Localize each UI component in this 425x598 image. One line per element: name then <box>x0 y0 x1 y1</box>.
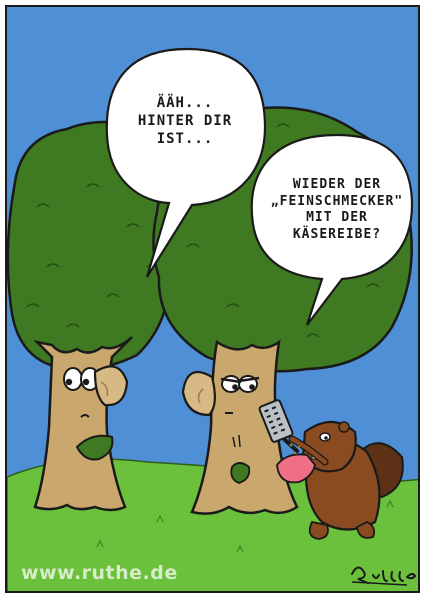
left-tree-nose <box>93 365 129 407</box>
comic-panel: ÄÄH... HINTER DIR IST... WIEDER DER „FEI… <box>5 5 420 593</box>
speech-bubble-1-text: ÄÄH... HINTER DIR IST... <box>125 95 245 149</box>
speech-line: MIT DER <box>306 210 368 226</box>
watermark-url: www.ruthe.de <box>21 562 178 584</box>
speech-line: HINTER DIR <box>137 112 233 129</box>
speech-line: IST... <box>156 130 214 147</box>
speech-line: KÄSEREIBE? <box>292 226 382 242</box>
left-tree-eye-left <box>63 367 83 391</box>
speech-line: WIEDER DER <box>292 177 382 192</box>
beaver-foot <box>308 520 329 540</box>
speech-line: ÄÄH... <box>156 95 214 111</box>
speech-line: „FEINSCHMECKER" <box>270 193 404 209</box>
speech-bubble-2-text: WIEDER DER „FEINSCHMECKER" MIT DER KÄSER… <box>262 177 412 244</box>
